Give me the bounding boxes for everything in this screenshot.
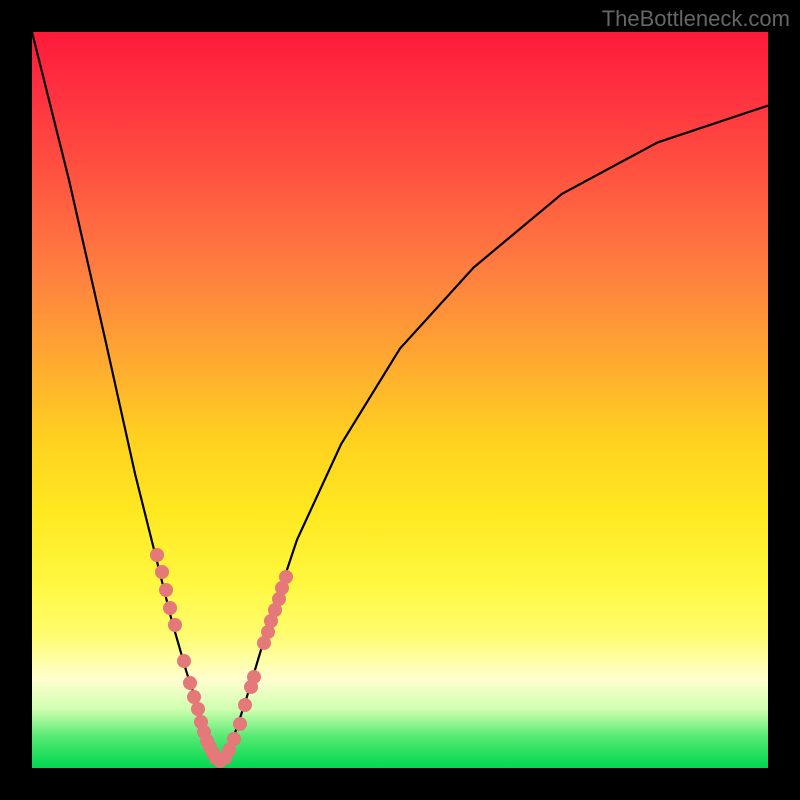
chart-container: TheBottleneck.com [0,0,800,800]
data-point [227,732,241,746]
scatter-dots [32,32,768,768]
data-point [279,570,293,584]
plot-area [32,32,768,768]
data-point [191,702,205,716]
watermark-text: TheBottleneck.com [602,6,790,32]
data-point [159,583,173,597]
data-point [163,601,177,615]
data-point [177,654,191,668]
data-point [168,618,182,632]
data-point [238,698,252,712]
data-point [233,717,247,731]
data-point [150,548,164,562]
data-point [183,676,197,690]
data-point [247,670,261,684]
data-point [155,565,169,579]
